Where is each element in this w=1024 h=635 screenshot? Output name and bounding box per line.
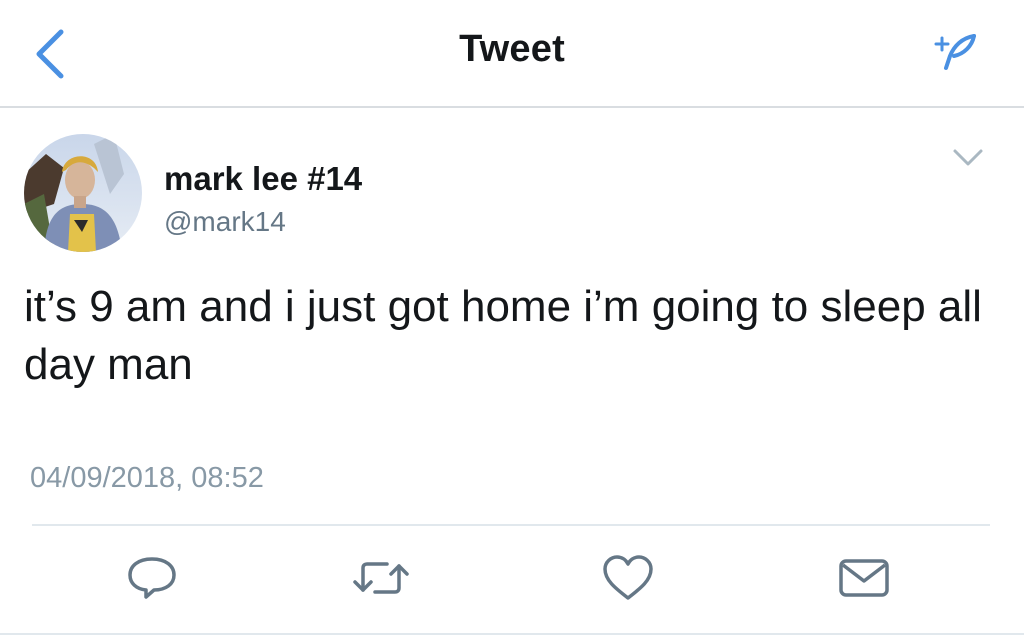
direct-message-button[interactable] (834, 548, 894, 608)
profile-photo (24, 134, 142, 252)
retweet-icon (353, 562, 409, 594)
avatar[interactable] (24, 134, 142, 252)
compose-tweet-icon (934, 34, 976, 70)
author-handle[interactable]: @mark14 (164, 206, 286, 238)
action-bar (0, 526, 1024, 635)
compose-tweet-button[interactable] (926, 28, 982, 76)
like-button[interactable] (598, 548, 658, 608)
tweet-timestamp: 04/09/2018, 08:52 (30, 462, 264, 494)
author-name[interactable]: mark lee #14 (164, 160, 362, 198)
tweet-detail: mark lee #14 @mark14 it’s 9 am and i jus… (0, 108, 1024, 635)
heart-icon (603, 555, 653, 600)
tweet-text: it’s 9 am and i just got home i’m going … (24, 282, 982, 389)
reply-icon (128, 557, 176, 599)
chevron-down-icon (953, 149, 983, 166)
navigation-bar: Tweet (0, 0, 1024, 108)
reply-button[interactable] (122, 548, 182, 608)
envelope-icon (839, 559, 889, 597)
retweet-button[interactable] (351, 548, 411, 608)
page-title: Tweet (459, 28, 565, 70)
tweet-menu-button[interactable] (946, 140, 990, 176)
